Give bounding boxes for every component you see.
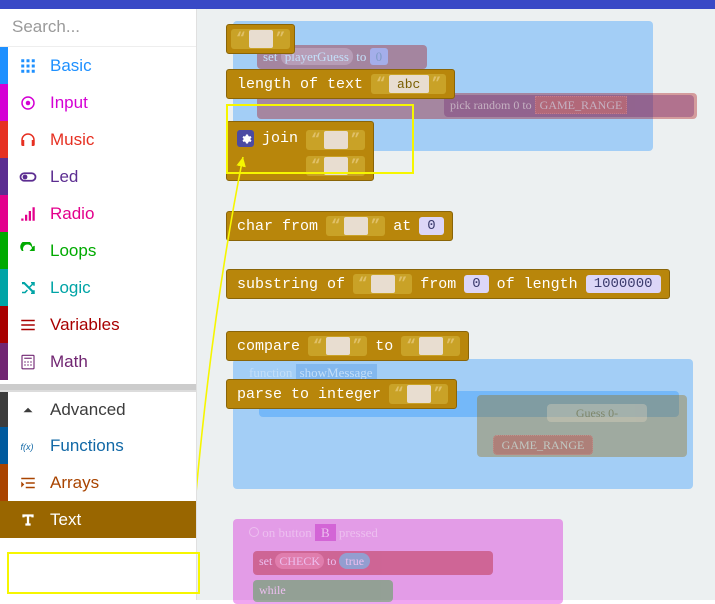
toolbox-sidebar: Basic Input Music Led Radio Loops Logic … [0, 9, 197, 600]
text-icon [16, 511, 40, 529]
block-length-of-text[interactable]: length of text “abc” [226, 69, 455, 99]
toggle-icon [16, 168, 40, 186]
number-input[interactable]: 1000000 [586, 275, 661, 293]
shuffle-icon [16, 279, 40, 297]
block-parse-to-integer[interactable]: parse to integer “” [226, 379, 457, 409]
list-icon [16, 316, 40, 334]
workspace[interactable]: set playerGuess to 0 pick random 0 to GA… [197, 9, 715, 600]
category-functions[interactable]: f(x) Functions [0, 427, 196, 464]
title-bar [0, 0, 715, 9]
gear-icon[interactable] [237, 130, 254, 147]
block-join[interactable]: join “” “” [226, 121, 374, 181]
category-math[interactable]: Math [0, 343, 196, 380]
category-label: Logic [50, 278, 91, 298]
text-flyout: “” length of text “abc” join “” “” char … [215, 24, 715, 600]
oflength-label: of length [497, 276, 578, 293]
number-input[interactable]: 0 [464, 275, 488, 293]
block-label: join [262, 130, 298, 147]
chevron-up-icon [16, 401, 40, 419]
to-label: to [375, 338, 393, 355]
category-loops[interactable]: Loops [0, 232, 196, 269]
block-string-literal[interactable]: “” [226, 24, 295, 54]
string-slot[interactable]: “” [401, 336, 460, 356]
category-label: Basic [50, 56, 92, 76]
svg-text:f(x): f(x) [21, 441, 34, 451]
string-slot[interactable]: “” [306, 156, 365, 176]
category-basic[interactable]: Basic [0, 47, 196, 84]
category-text[interactable]: Text [0, 501, 196, 538]
grid-icon [16, 57, 40, 75]
string-slot[interactable]: “” [389, 384, 448, 404]
string-slot[interactable]: “” [308, 336, 367, 356]
string-slot[interactable]: “abc” [371, 74, 446, 94]
headphones-icon [16, 131, 40, 149]
block-label: char from [237, 218, 318, 235]
category-music[interactable]: Music [0, 121, 196, 158]
category-label: Music [50, 130, 94, 150]
signal-icon [16, 205, 40, 223]
category-label: Input [50, 93, 88, 113]
block-label: substring of [237, 276, 345, 293]
number-input[interactable]: 0 [419, 217, 443, 235]
search-row [0, 9, 196, 47]
category-label: Arrays [50, 473, 99, 493]
category-label: Radio [50, 204, 94, 224]
category-list: Basic Input Music Led Radio Loops Logic … [0, 47, 196, 600]
category-led[interactable]: Led [0, 158, 196, 195]
refresh-icon [16, 242, 40, 260]
category-label: Loops [50, 241, 96, 261]
category-advanced[interactable]: Advanced [0, 390, 196, 427]
fx-icon: f(x) [16, 437, 40, 455]
category-label: Variables [50, 315, 120, 335]
string-slot[interactable]: “” [231, 29, 290, 49]
from-label: from [420, 276, 456, 293]
category-logic[interactable]: Logic [0, 269, 196, 306]
block-substring[interactable]: substring of “” from 0 of length 1000000 [226, 269, 670, 299]
category-label: Led [50, 167, 78, 187]
category-variables[interactable]: Variables [0, 306, 196, 343]
at-label: at [393, 218, 411, 235]
block-label: compare [237, 338, 300, 355]
indent-icon [16, 474, 40, 492]
string-slot[interactable]: “” [353, 274, 412, 294]
category-label: Math [50, 352, 88, 372]
category-arrays[interactable]: Arrays [0, 464, 196, 501]
category-label: Functions [50, 436, 124, 456]
category-radio[interactable]: Radio [0, 195, 196, 232]
block-char-from[interactable]: char from “” at 0 [226, 211, 453, 241]
block-compare[interactable]: compare “” to “” [226, 331, 469, 361]
category-label: Advanced [50, 400, 126, 420]
category-label: Text [50, 510, 81, 530]
string-slot[interactable]: “” [326, 216, 385, 236]
calculator-icon [16, 353, 40, 371]
string-slot[interactable]: “” [306, 130, 365, 150]
block-label: length of text [237, 76, 363, 93]
category-input[interactable]: Input [0, 84, 196, 121]
block-label: parse to integer [237, 386, 381, 403]
target-icon [16, 94, 40, 112]
